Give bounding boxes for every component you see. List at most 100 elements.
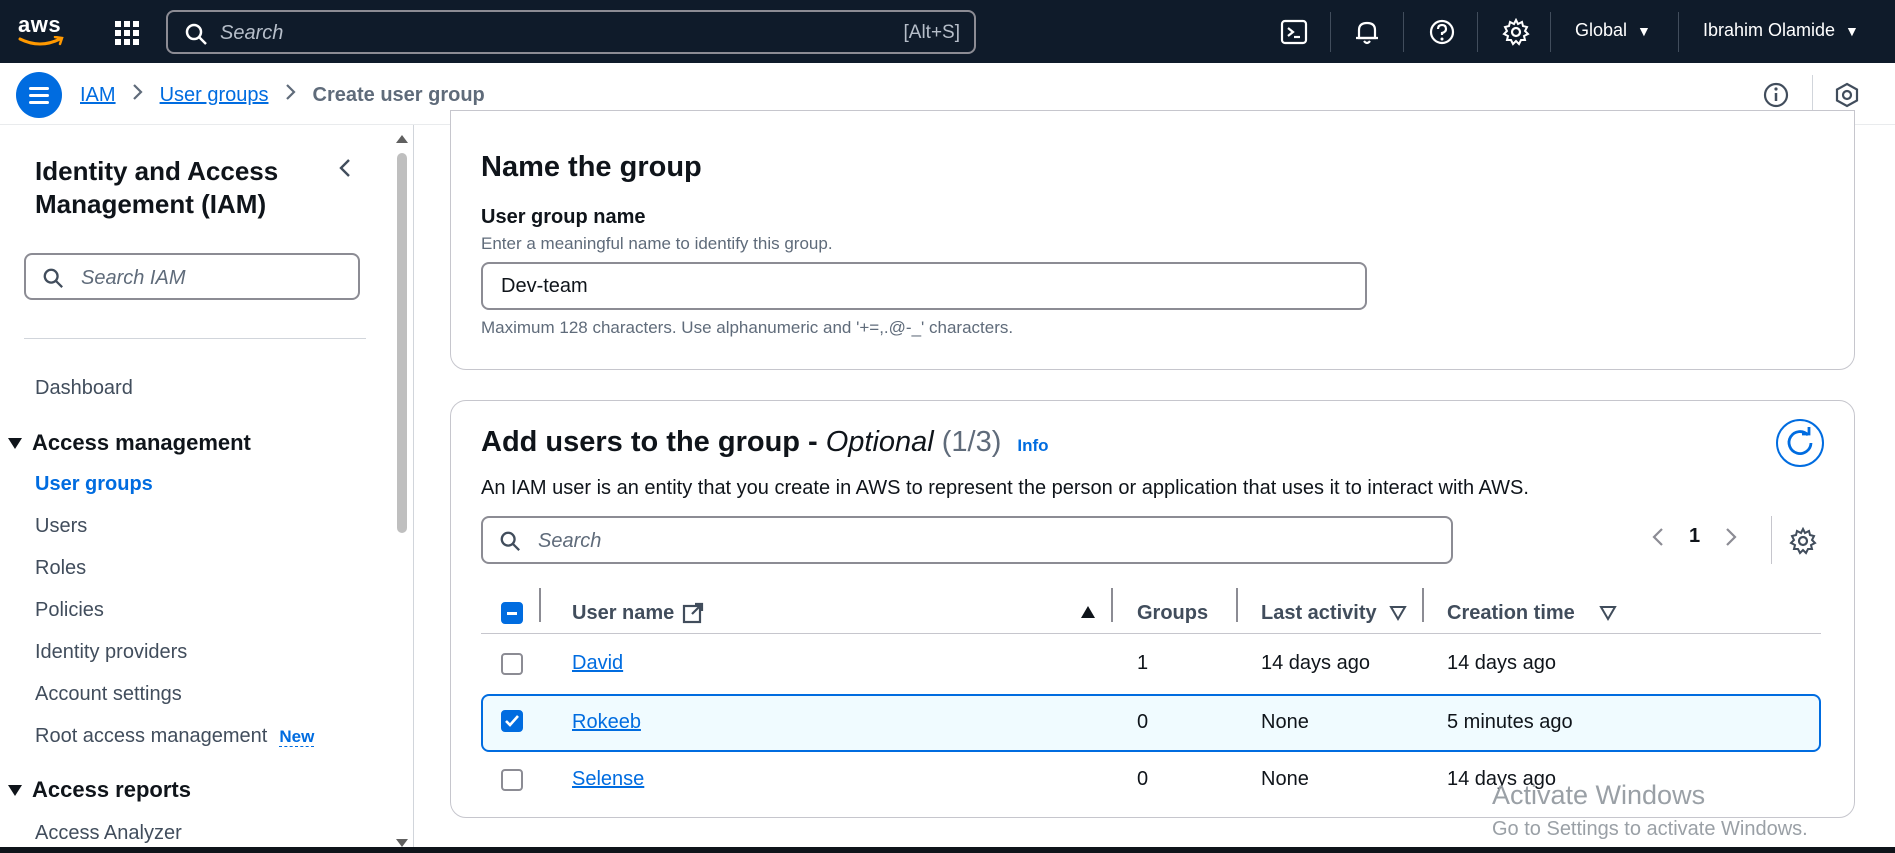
windows-activation-hint: Go to Settings to activate Windows. (1492, 818, 1808, 840)
side-menu-button[interactable] (16, 72, 62, 118)
help-icon[interactable] (1428, 18, 1456, 46)
region-label: Global (1575, 20, 1628, 40)
groups-count: 0 (1137, 768, 1149, 790)
chevron-right-icon (132, 83, 144, 107)
divider (24, 338, 366, 339)
panel-description: An IAM user is an entity that you create… (481, 477, 1529, 499)
row-checkbox[interactable] (501, 653, 523, 675)
cloudshell-icon[interactable] (1280, 18, 1308, 46)
select-all-checkbox[interactable] (501, 602, 523, 624)
sidebar-search-input[interactable]: Search IAM (24, 253, 360, 300)
scroll-up-icon[interactable] (396, 135, 408, 143)
table-row-selected[interactable]: Rokeeb 0 None 5 minutes ago (481, 694, 1821, 752)
refresh-icon (1787, 427, 1813, 455)
column-header-groups[interactable]: Groups (1137, 593, 1208, 633)
column-header-last-activity[interactable]: Last activity (1261, 593, 1377, 633)
services-grid-icon[interactable] (114, 20, 140, 46)
top-navigation: aws Search [Alt+S] Global ▼ Ibrahim Olam… (0, 0, 1895, 63)
row-checkbox[interactable] (501, 769, 523, 791)
region-selector[interactable]: Global ▼ (1575, 20, 1651, 41)
aws-smile-icon (18, 36, 64, 46)
sidebar-title: Identity and Access Management (IAM) (35, 156, 279, 219)
sidebar-section-access-management[interactable]: Access management (8, 430, 251, 456)
users-search-input[interactable]: Search (481, 516, 1453, 564)
settings-gear-icon[interactable] (1502, 18, 1530, 46)
sidebar-section-access-reports[interactable]: Access reports (8, 777, 191, 803)
column-header-creation-time[interactable]: Creation time (1447, 593, 1575, 633)
notifications-bell-icon[interactable] (1353, 18, 1381, 46)
sidebar-item-users[interactable]: Users (35, 515, 87, 538)
aws-logo-text: aws (18, 12, 62, 37)
user-name-link[interactable]: Rokeeb (572, 711, 641, 734)
last-activity: 14 days ago (1261, 652, 1370, 674)
search-placeholder: Search (220, 22, 284, 44)
previous-page-icon[interactable] (1651, 526, 1665, 548)
windows-activation-watermark: Activate Windows (1492, 780, 1706, 810)
column-label: User name (572, 601, 675, 624)
search-icon (43, 268, 63, 288)
breadcrumb-current: Create user group (312, 83, 485, 106)
sidebar-item-dashboard[interactable]: Dashboard (35, 377, 133, 400)
table-preferences-gear-icon[interactable] (1789, 527, 1817, 555)
sidebar-item-roles[interactable]: Roles (35, 557, 86, 580)
breadcrumb-iam[interactable]: IAM (80, 84, 116, 107)
table-row[interactable]: David 1 14 days ago 14 days ago (481, 635, 1821, 693)
add-users-panel: Add users to the group - Optional (1/3) … (450, 400, 1855, 818)
optional-label: Optional (825, 426, 934, 458)
creation-time: 14 days ago (1447, 652, 1556, 674)
refresh-button[interactable] (1776, 419, 1824, 467)
user-group-name-input[interactable] (481, 262, 1367, 310)
panel-heading: Name the group (481, 151, 702, 183)
current-page[interactable]: 1 (1689, 525, 1700, 548)
caret-down-icon: ▼ (1845, 22, 1859, 39)
global-search-input[interactable]: Search [Alt+S] (166, 10, 976, 54)
sidebar-item-access-analyzer[interactable]: Access Analyzer (35, 822, 182, 845)
sidebar-item-identity-providers[interactable]: Identity providers (35, 641, 187, 664)
hexagon-settings-icon[interactable] (1833, 81, 1861, 109)
section-label: Access reports (32, 777, 191, 802)
name-group-panel: Name the group User group name Enter a m… (450, 110, 1855, 370)
sort-ascending-icon[interactable] (1079, 604, 1097, 620)
user-name-link[interactable]: David (572, 652, 623, 675)
sidebar: Identity and Access Management (IAM) Sea… (0, 125, 414, 847)
next-page-icon[interactable] (1724, 526, 1738, 548)
caret-down-icon: ▼ (1637, 22, 1651, 39)
breadcrumb: IAM User groups Create user group (80, 83, 485, 107)
field-constraint: Maximum 128 characters. Use alphanumeric… (481, 318, 1014, 337)
info-icon[interactable] (1762, 81, 1790, 109)
sidebar-item-account-settings[interactable]: Account settings (35, 683, 182, 706)
scroll-thumb[interactable] (397, 153, 407, 533)
sort-icon[interactable] (1599, 605, 1617, 621)
sidebar-scrollbar[interactable] (394, 135, 410, 847)
sidebar-search-placeholder: Search IAM (81, 267, 186, 289)
panel-heading: Add users to the group - Optional (1/3) … (481, 426, 1049, 459)
pagination: 1 (1651, 525, 1738, 548)
aws-logo[interactable]: aws (18, 12, 70, 50)
creation-time: 5 minutes ago (1447, 711, 1573, 733)
checkmark-icon (505, 715, 519, 727)
breadcrumb-user-groups[interactable]: User groups (160, 84, 269, 107)
search-placeholder: Search (538, 530, 602, 552)
field-label: User group name (481, 206, 646, 228)
last-activity: None (1261, 768, 1309, 790)
groups-count: 0 (1137, 711, 1149, 733)
selection-count: (1/3) (941, 426, 1002, 458)
row-checkbox-checked[interactable] (501, 710, 523, 732)
sidebar-item-root-access-management[interactable]: Root access management New (35, 725, 315, 748)
collapse-sidebar-icon[interactable] (335, 157, 357, 179)
sidebar-item-policies[interactable]: Policies (35, 599, 104, 622)
heading-text: Add users to the group - (481, 426, 818, 458)
search-icon (185, 23, 207, 45)
column-header-user-name[interactable]: User name (572, 593, 704, 633)
sidebar-item-user-groups[interactable]: User groups (35, 473, 153, 496)
info-link[interactable]: Info (1017, 436, 1048, 456)
bottom-edge (0, 847, 1895, 853)
caret-down-icon (8, 784, 22, 796)
field-description: Enter a meaningful name to identify this… (481, 234, 833, 253)
scroll-down-icon[interactable] (396, 839, 408, 847)
section-label: Access management (32, 430, 251, 455)
account-menu[interactable]: Ibrahim Olamide ▼ (1703, 20, 1859, 41)
sort-icon[interactable] (1389, 605, 1407, 621)
user-name-link[interactable]: Selense (572, 768, 644, 791)
search-icon (500, 531, 520, 551)
